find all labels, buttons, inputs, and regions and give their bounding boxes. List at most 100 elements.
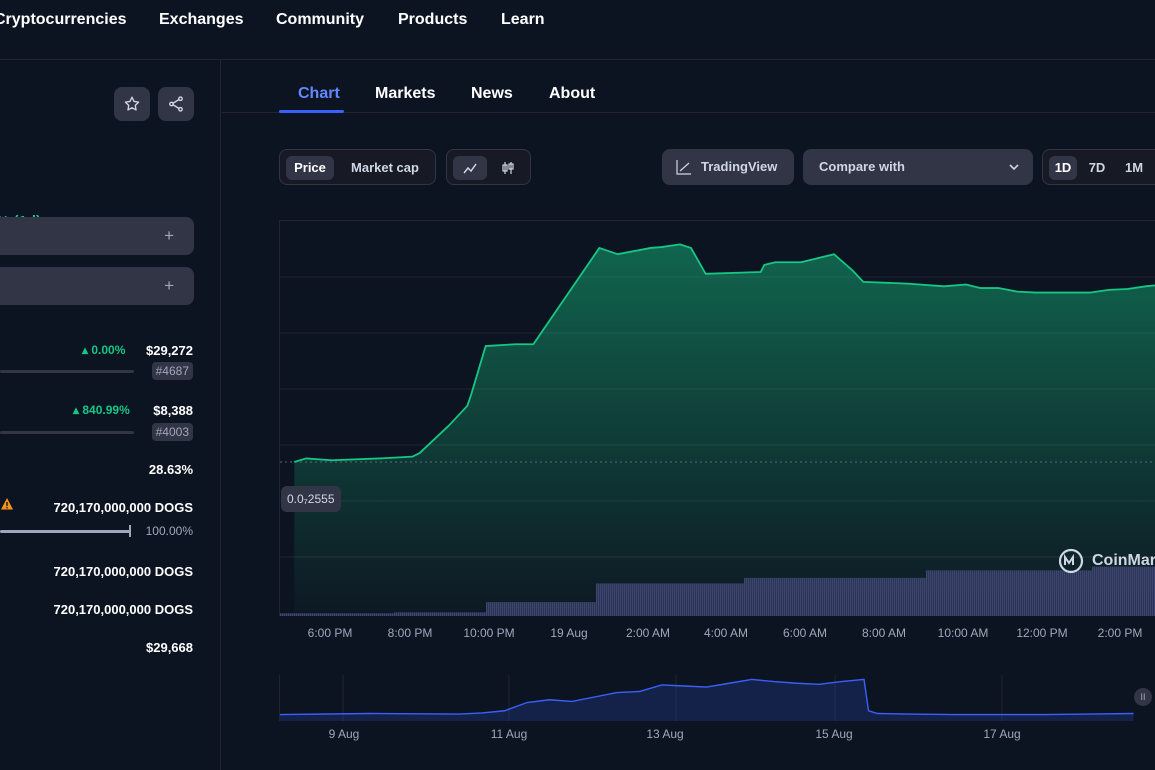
range-1d-option[interactable]: 1D xyxy=(1049,156,1077,180)
tab-chart[interactable]: Chart xyxy=(298,85,340,103)
volume-bar xyxy=(402,612,404,616)
price-chart[interactable] xyxy=(279,220,1155,616)
line-chart-button[interactable] xyxy=(453,156,487,180)
volume-bar xyxy=(1032,570,1034,616)
volume-bar xyxy=(864,577,866,616)
tradingview-button[interactable]: TradingView xyxy=(662,149,794,185)
volume-bar xyxy=(872,577,874,616)
volume-bar xyxy=(376,613,378,616)
volume-bar xyxy=(626,583,628,616)
volume-bar xyxy=(544,602,546,616)
volume-bar xyxy=(846,577,848,616)
volume-bar xyxy=(688,583,690,616)
navigator-handle[interactable]: II xyxy=(1134,688,1152,706)
volume-bar xyxy=(720,583,722,616)
nav-community[interactable]: Community xyxy=(276,11,364,29)
volume-bar xyxy=(296,613,298,616)
volume-bar xyxy=(756,577,758,616)
volume-bar xyxy=(562,602,564,616)
volume-bar xyxy=(332,613,334,616)
volume-bar xyxy=(1072,570,1074,616)
volume-bar xyxy=(706,583,708,616)
range-navigator[interactable] xyxy=(279,675,1155,721)
volume-bar xyxy=(750,577,752,616)
volume-bar xyxy=(696,583,698,616)
metric-price-option[interactable]: Price xyxy=(286,156,334,180)
volume-bar xyxy=(434,612,436,616)
range-1m-option[interactable]: 1M xyxy=(1119,156,1149,180)
volume-bar xyxy=(978,570,980,616)
nav-cryptocurrencies[interactable]: Cryptocurrencies xyxy=(0,11,127,29)
volume-bar xyxy=(874,577,876,616)
volume-bar xyxy=(466,612,468,616)
volume-bar xyxy=(624,583,626,616)
volume-bar xyxy=(548,602,550,616)
volume-bar xyxy=(508,602,510,616)
volume-bar xyxy=(934,570,936,616)
volume-bar xyxy=(530,602,532,616)
volume-bar xyxy=(898,577,900,616)
nav-learn[interactable]: Learn xyxy=(501,11,545,29)
tab-news[interactable]: News xyxy=(471,85,513,103)
volume-bar xyxy=(382,613,384,616)
volume-bar xyxy=(994,570,996,616)
volume-bar xyxy=(316,613,318,616)
navigator-tick-label: 13 Aug xyxy=(646,727,684,741)
volume-bar xyxy=(960,570,962,616)
volume-bar xyxy=(694,583,696,616)
volume-bar xyxy=(630,583,632,616)
volume-bar xyxy=(354,613,356,616)
volume-bar xyxy=(944,570,946,616)
volume-bar xyxy=(724,583,726,616)
volume-bar xyxy=(914,577,916,616)
volume-bar xyxy=(990,570,992,616)
volume-bar xyxy=(850,577,852,616)
share-button[interactable] xyxy=(158,87,194,121)
volume-bar xyxy=(1152,566,1154,616)
nav-exchanges[interactable]: Exchanges xyxy=(159,11,243,29)
volume-bar xyxy=(362,613,364,616)
volume-bar xyxy=(1064,570,1066,616)
warning-icon[interactable] xyxy=(0,497,14,511)
volume-bar xyxy=(528,602,530,616)
volume-bar xyxy=(730,583,732,616)
nav-products[interactable]: Products xyxy=(398,11,467,29)
volume-bar xyxy=(470,612,472,616)
compare-with-dropdown[interactable]: Compare with xyxy=(803,149,1033,185)
volume-bar xyxy=(1124,566,1126,616)
volume-bar xyxy=(1062,570,1064,616)
volume-bar xyxy=(406,612,408,616)
price-area xyxy=(294,244,1155,616)
volume-bar xyxy=(1004,570,1006,616)
volume-bar xyxy=(516,602,518,616)
volume-bar xyxy=(762,577,764,616)
watchlist-star-button[interactable] xyxy=(114,87,150,121)
volume-bar xyxy=(468,612,470,616)
volume-bar xyxy=(986,570,988,616)
volume-bar xyxy=(584,602,586,616)
volume-bar xyxy=(344,613,346,616)
volume-bar xyxy=(464,612,466,616)
tab-about[interactable]: About xyxy=(549,85,595,103)
volume-bar xyxy=(746,577,748,616)
volume-bar xyxy=(780,577,782,616)
volume-bar xyxy=(482,612,484,616)
range-7d-option[interactable]: 7D xyxy=(1083,156,1111,180)
volume-bar xyxy=(1094,566,1096,616)
volume-bar xyxy=(830,577,832,616)
share-icon xyxy=(169,96,183,112)
tab-markets[interactable]: Markets xyxy=(375,85,435,103)
volume-bar xyxy=(628,583,630,616)
add-row-1[interactable]: + xyxy=(0,217,194,255)
volume-bar xyxy=(420,612,422,616)
volume-bar xyxy=(938,570,940,616)
volume-bar xyxy=(1054,570,1056,616)
metric-market-cap-option[interactable]: Market cap xyxy=(340,156,430,180)
add-row-2[interactable]: + xyxy=(0,267,194,305)
candlestick-button[interactable] xyxy=(491,156,525,180)
volume-bar xyxy=(1056,570,1058,616)
stat-value-1: $29,272 xyxy=(146,343,193,358)
volume-bar xyxy=(1126,566,1128,616)
volume-bar xyxy=(684,583,686,616)
volume-bar xyxy=(836,577,838,616)
